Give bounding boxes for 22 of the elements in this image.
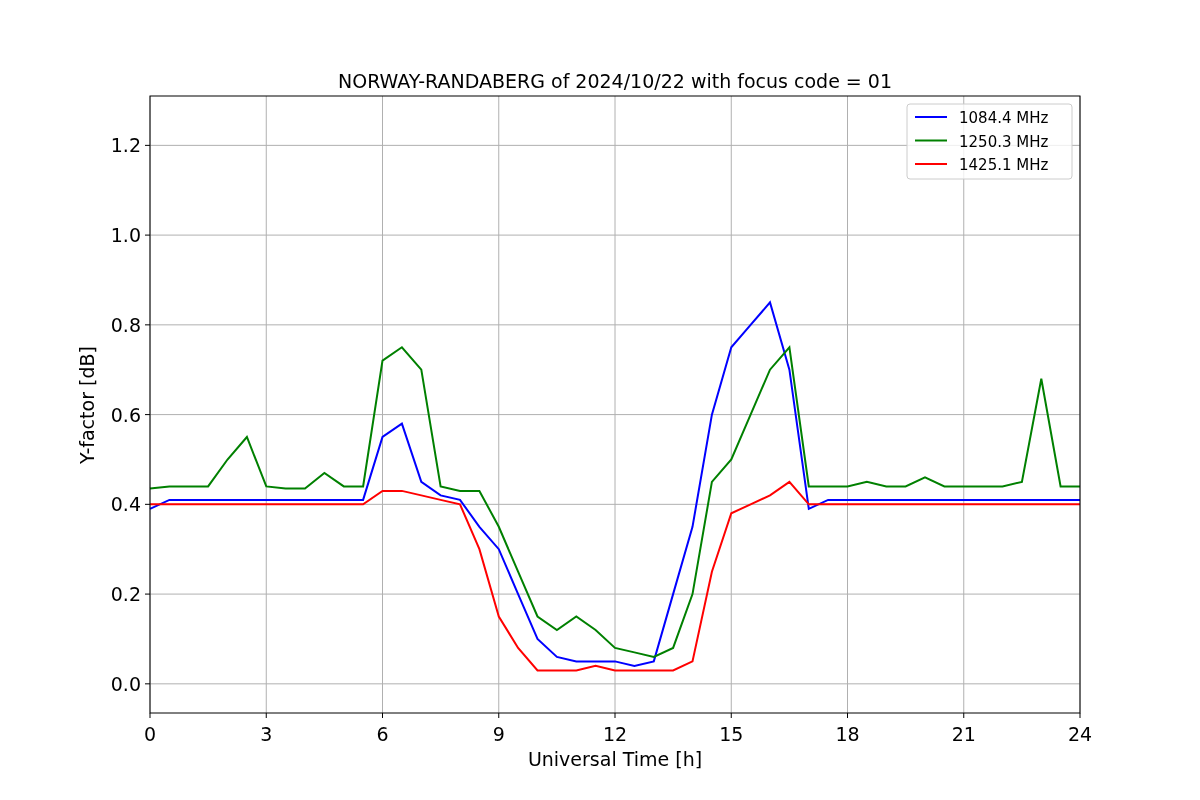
legend-label: 1425.1 MHz <box>959 156 1049 174</box>
x-tick-label: 24 <box>1067 723 1093 745</box>
chart-title: NORWAY-RANDABERG of 2024/10/22 with focus code = 01 <box>338 70 892 92</box>
x-axis-label: Universal Time [h] <box>527 748 703 770</box>
y-tick-label: 0.6 <box>110 403 141 426</box>
x-tick-label: 21 <box>951 723 976 745</box>
y-tick-label: 0.0 <box>110 672 141 695</box>
x-tick-label: 12 <box>602 723 628 745</box>
x-tick-label: 9 <box>492 723 505 745</box>
x-tick-label: 18 <box>835 723 860 745</box>
y-tick-label: 0.4 <box>110 493 141 516</box>
legend-label: 1250.3 MHz <box>959 132 1049 151</box>
x-tick-label: 6 <box>376 723 389 745</box>
y-axis-label: Y-factor [dB] <box>76 346 98 464</box>
legend-label: 1084.4 MHz <box>959 109 1049 127</box>
x-tick-label: 0 <box>143 723 157 745</box>
y-tick-label: 0.2 <box>110 583 141 606</box>
x-tick-label: 3 <box>260 723 273 745</box>
x-tick-label: 15 <box>719 723 744 745</box>
y-tick-label: 0.8 <box>110 313 141 336</box>
y-tick-label: 1.2 <box>110 134 141 157</box>
y-tick-label: 1.0 <box>110 224 141 247</box>
